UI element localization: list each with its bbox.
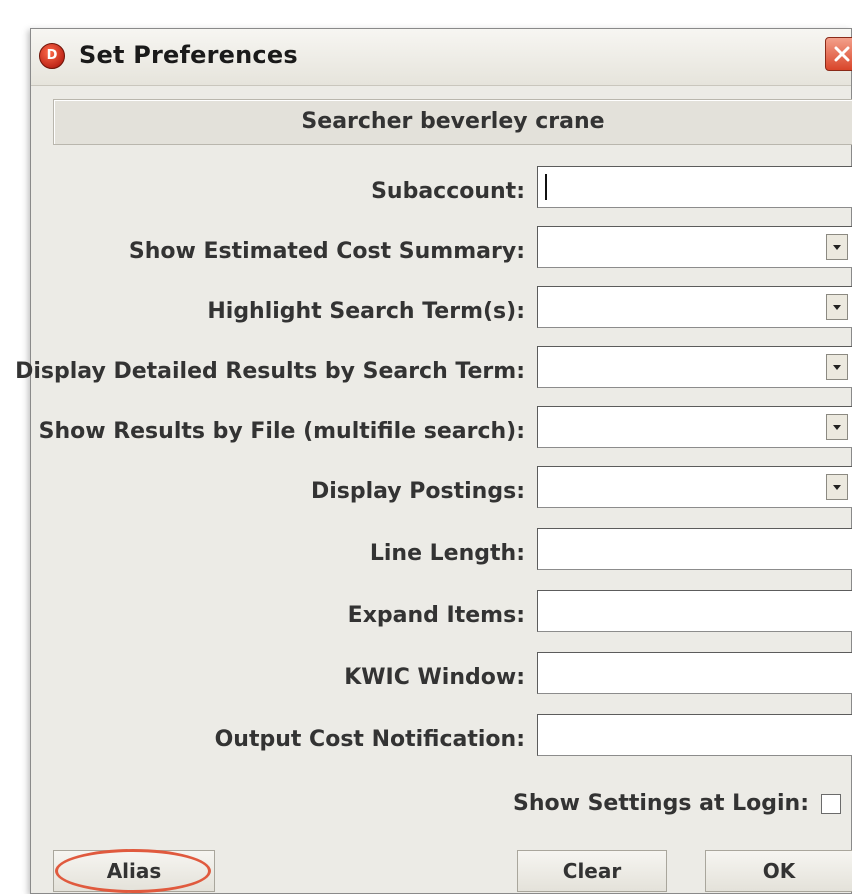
show-estimated-cost-summary-label: Show Estimated Cost Summary: (128, 239, 525, 264)
ok-button[interactable]: OK (705, 850, 852, 892)
alias-button[interactable]: Alias (53, 850, 215, 892)
subaccount-label: Subaccount: (371, 179, 525, 204)
show-results-by-file-select[interactable] (537, 406, 852, 448)
kwic-window-label: KWIC Window: (344, 665, 525, 690)
highlight-search-terms-label: Highlight Search Term(s): (207, 299, 525, 324)
chevron-down-icon[interactable] (826, 354, 848, 380)
highlight-search-terms-select[interactable] (537, 286, 852, 328)
expand-items-label: Expand Items: (347, 603, 525, 628)
display-postings-label: Display Postings: (310, 479, 525, 504)
kwic-window-input[interactable] (537, 652, 852, 694)
set-preferences-dialog: D Set Preferences Searcher beverley cran… (15, 28, 852, 894)
dialog-title: Set Preferences (79, 41, 298, 69)
line-length-label: Line Length: (369, 541, 525, 566)
close-icon (834, 46, 850, 62)
display-detailed-results-select[interactable] (537, 346, 852, 388)
app-logo-icon: D (39, 43, 65, 69)
chevron-down-icon[interactable] (826, 414, 848, 440)
expand-items-input[interactable] (537, 590, 852, 632)
close-button[interactable] (825, 37, 852, 71)
chevron-down-icon[interactable] (826, 474, 848, 500)
title-bar[interactable]: D Set Preferences (31, 29, 852, 86)
clear-button[interactable]: Clear (517, 850, 667, 892)
line-length-input[interactable] (537, 528, 852, 570)
subaccount-input[interactable] (537, 166, 852, 208)
display-postings-select[interactable] (537, 466, 852, 508)
show-settings-at-login-checkbox[interactable] (821, 794, 841, 814)
output-cost-notification-label: Output Cost Notification: (214, 727, 525, 752)
show-results-by-file-label: Show Results by File (multifile search): (38, 419, 525, 444)
chevron-down-icon[interactable] (826, 234, 848, 260)
show-estimated-cost-summary-select[interactable] (537, 226, 852, 268)
output-cost-notification-input[interactable] (537, 714, 852, 756)
show-settings-at-login-label: Show Settings at Login: (512, 791, 809, 816)
chevron-down-icon[interactable] (826, 294, 848, 320)
display-detailed-results-label: Display Detailed Results by Search Term: (15, 359, 525, 384)
text-caret (545, 174, 547, 200)
searcher-banner: Searcher beverley crane (53, 99, 852, 145)
